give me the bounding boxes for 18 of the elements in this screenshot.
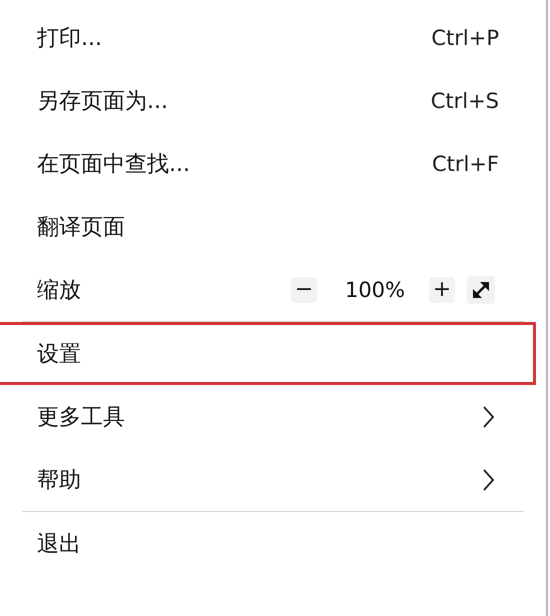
shortcut-label: Ctrl+P [431,26,499,50]
zoom-out-button[interactable]: − [290,276,317,302]
zoom-in-button[interactable]: + [429,276,455,302]
menu-label: 缩放 [37,276,82,304]
zoom-level: 100% [344,278,405,302]
fullscreen-button[interactable] [467,276,495,304]
chevron-right-icon [481,404,495,428]
menu-item[interactable]: 翻译页面 [0,195,536,258]
chevron-right-icon [481,468,495,492]
shortcut-label: Ctrl+S [430,88,499,112]
menu-item[interactable]: 帮助 [0,448,536,511]
menu-item[interactable]: 设置 [0,322,536,385]
menu-item[interactable]: 更多工具 [0,385,536,448]
shortcut-label: Ctrl+F [432,152,499,176]
menu-item[interactable]: 退出 [0,512,536,575]
menu-item[interactable]: 另存页面为... Ctrl+S [0,69,536,132]
menu-item[interactable]: 在页面中查找... Ctrl+F [0,132,536,195]
menu-item[interactable]: 打印... Ctrl+P [0,6,536,69]
